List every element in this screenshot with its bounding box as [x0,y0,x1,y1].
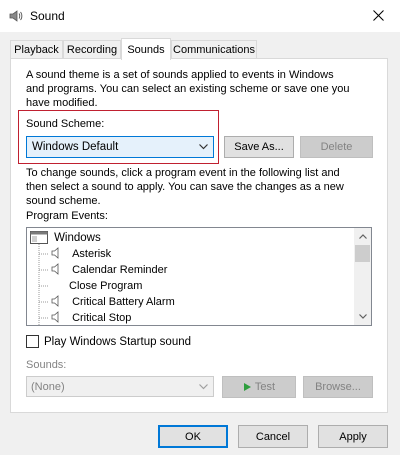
list-item[interactable]: Asterisk [51,246,111,262]
browse-button[interactable]: Browse... [303,376,373,398]
chevron-down-icon [358,314,367,319]
tree-connector [38,244,49,325]
apply-button[interactable]: Apply [318,425,388,448]
tab-recording[interactable]: Recording [63,40,121,58]
chevron-down-icon [199,144,208,150]
window-title: Sound [30,9,65,23]
speaker-icon [51,263,59,275]
speaker-icon [51,247,59,259]
startup-sound-label: Play Windows Startup sound [44,336,192,348]
list-item[interactable]: Critical Battery Alarm [51,294,175,310]
sound-scheme-value: Windows Default [32,141,119,153]
title-bar[interactable]: Sound [0,0,400,32]
sound-scheme-dropdown[interactable]: Windows Default [26,136,214,158]
play-icon [243,383,251,391]
sounds-dropdown[interactable]: (None) [26,376,214,397]
ok-button[interactable]: OK [158,425,228,448]
speaker-icon [9,10,23,22]
chevron-up-icon [358,234,367,239]
chevron-down-icon [199,384,208,390]
scroll-up-button[interactable] [354,228,371,245]
tab-playback[interactable]: Playback [10,40,63,58]
sound-scheme-label: Sound Scheme: [26,118,105,130]
program-events-label: Program Events: [26,210,108,222]
save-as-button[interactable]: Save As... [224,136,294,158]
scheme-description: A sound theme is a set of sounds applied… [26,69,350,109]
list-item[interactable]: Close Program [69,278,142,294]
instructions-text: To change sounds, click a program event … [26,167,344,207]
tab-communications[interactable]: Communications [171,40,257,58]
program-events-list[interactable]: Windows Asterisk Calendar Reminder Close… [26,227,372,326]
startup-sound-checkbox[interactable] [26,335,39,348]
test-button[interactable]: Test [222,376,296,398]
sounds-label: Sounds: [26,359,67,371]
close-icon [372,9,384,21]
delete-button[interactable]: Delete [300,136,373,158]
list-item[interactable]: Critical Stop [51,310,131,325]
list-item[interactable]: Calendar Reminder [51,262,167,278]
close-button[interactable] [356,0,400,30]
cancel-button[interactable]: Cancel [238,425,308,448]
tab-sounds[interactable]: Sounds [121,38,171,60]
scroll-thumb[interactable] [355,245,370,262]
speaker-icon [51,295,59,307]
scroll-down-button[interactable] [354,308,371,325]
window-icon [30,231,48,244]
vertical-scrollbar[interactable] [354,228,371,325]
speaker-icon [51,311,59,323]
